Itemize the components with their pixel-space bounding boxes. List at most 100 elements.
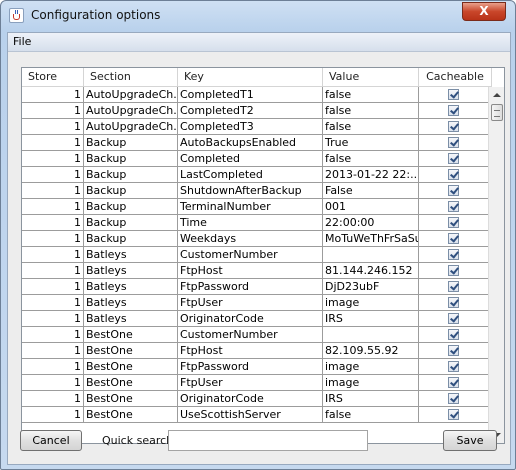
store-cell[interactable]: 1 <box>22 199 84 215</box>
value-cell[interactable] <box>323 327 419 343</box>
value-cell[interactable]: DjD23ubF <box>323 279 419 295</box>
value-cell[interactable]: 001 <box>323 199 419 215</box>
table-row[interactable]: 1 AutoUpgradeCh... CompletedT2 false <box>22 103 492 119</box>
close-button[interactable]: X <box>462 2 506 21</box>
scroll-thumb[interactable] <box>491 104 503 121</box>
cacheable-checkbox[interactable] <box>448 105 459 116</box>
value-cell[interactable]: false <box>323 407 419 423</box>
key-cell[interactable]: Completed <box>178 151 323 167</box>
value-cell[interactable]: false <box>323 119 419 135</box>
cacheable-checkbox[interactable] <box>448 329 459 340</box>
cacheable-checkbox[interactable] <box>448 281 459 292</box>
menu-file[interactable]: File <box>13 35 31 48</box>
section-cell[interactable]: Batleys <box>84 279 178 295</box>
table-row[interactable]: 1 BestOne FtpPassword image <box>22 359 492 375</box>
section-cell[interactable]: BestOne <box>84 407 178 423</box>
title-bar[interactable]: Configuration options X <box>1 1 515 31</box>
store-cell[interactable]: 1 <box>22 359 84 375</box>
store-cell[interactable]: 1 <box>22 343 84 359</box>
value-cell[interactable]: 82.109.55.92 <box>323 343 419 359</box>
table-row[interactable]: 1 AutoUpgradeCh... CompletedT3 false <box>22 119 492 135</box>
key-cell[interactable]: FtpUser <box>178 375 323 391</box>
table-row[interactable]: 1 BestOne OriginatorCode IRS <box>22 391 492 407</box>
store-cell[interactable]: 1 <box>22 215 84 231</box>
key-cell[interactable]: AutoBackupsEnabled <box>178 135 323 151</box>
cacheable-checkbox[interactable] <box>448 265 459 276</box>
value-cell[interactable]: IRS <box>323 391 419 407</box>
key-cell[interactable]: CustomerNumber <box>178 327 323 343</box>
section-cell[interactable]: BestOne <box>84 375 178 391</box>
column-header-key[interactable]: Key <box>178 68 323 87</box>
cacheable-checkbox[interactable] <box>448 297 459 308</box>
section-cell[interactable]: Backup <box>84 167 178 183</box>
value-cell[interactable]: image <box>323 359 419 375</box>
key-cell[interactable]: OriginatorCode <box>178 311 323 327</box>
store-cell[interactable]: 1 <box>22 135 84 151</box>
value-cell[interactable]: False <box>323 183 419 199</box>
store-cell[interactable]: 1 <box>22 375 84 391</box>
store-cell[interactable]: 1 <box>22 151 84 167</box>
table-row[interactable]: 1 Batleys FtpUser image <box>22 295 492 311</box>
section-cell[interactable]: Batleys <box>84 247 178 263</box>
store-cell[interactable]: 1 <box>22 231 84 247</box>
key-cell[interactable]: FtpPassword <box>178 359 323 375</box>
cacheable-checkbox[interactable] <box>448 361 459 372</box>
key-cell[interactable]: ShutdownAfterBackup <box>178 183 323 199</box>
section-cell[interactable]: Backup <box>84 215 178 231</box>
cacheable-checkbox[interactable] <box>448 185 459 196</box>
value-cell[interactable]: image <box>323 375 419 391</box>
key-cell[interactable]: LastCompleted <box>178 167 323 183</box>
section-cell[interactable]: Batleys <box>84 263 178 279</box>
store-cell[interactable]: 1 <box>22 327 84 343</box>
store-cell[interactable]: 1 <box>22 119 84 135</box>
table-row[interactable]: 1 Batleys OriginatorCode IRS <box>22 311 492 327</box>
key-cell[interactable]: CompletedT2 <box>178 103 323 119</box>
cacheable-checkbox[interactable] <box>448 233 459 244</box>
store-cell[interactable]: 1 <box>22 103 84 119</box>
value-cell[interactable]: 2013-01-22 22:... <box>323 167 419 183</box>
table-row[interactable]: 1 BestOne FtpUser image <box>22 375 492 391</box>
cancel-button[interactable]: Cancel <box>20 430 82 451</box>
table-row[interactable]: 1 AutoUpgradeCh... CompletedT1 false <box>22 87 492 103</box>
section-cell[interactable]: Backup <box>84 183 178 199</box>
key-cell[interactable]: UseScottishServer <box>178 407 323 423</box>
store-cell[interactable]: 1 <box>22 167 84 183</box>
section-cell[interactable]: Backup <box>84 151 178 167</box>
cacheable-checkbox[interactable] <box>448 377 459 388</box>
store-cell[interactable]: 1 <box>22 183 84 199</box>
vertical-scrollbar[interactable] <box>488 87 504 443</box>
store-cell[interactable]: 1 <box>22 391 84 407</box>
section-cell[interactable]: Backup <box>84 231 178 247</box>
table-row[interactable]: 1 BestOne CustomerNumber <box>22 327 492 343</box>
table-row[interactable]: 1 Backup TerminalNumber 001 <box>22 199 492 215</box>
key-cell[interactable]: FtpHost <box>178 343 323 359</box>
cacheable-checkbox[interactable] <box>448 169 459 180</box>
scroll-up-arrow-icon[interactable] <box>489 87 505 103</box>
store-cell[interactable]: 1 <box>22 247 84 263</box>
value-cell[interactable]: false <box>323 103 419 119</box>
section-cell[interactable]: Batleys <box>84 295 178 311</box>
section-cell[interactable]: AutoUpgradeCh... <box>84 103 178 119</box>
column-header-value[interactable]: Value <box>323 68 419 87</box>
key-cell[interactable]: CompletedT1 <box>178 87 323 103</box>
value-cell[interactable]: image <box>323 295 419 311</box>
table-row[interactable]: 1 Backup AutoBackupsEnabled True <box>22 135 492 151</box>
table-row[interactable]: 1 Backup LastCompleted 2013-01-22 22:... <box>22 167 492 183</box>
column-header-cacheable[interactable]: Cacheable <box>419 68 492 87</box>
store-cell[interactable]: 1 <box>22 263 84 279</box>
key-cell[interactable]: FtpUser <box>178 295 323 311</box>
value-cell[interactable]: MoTuWeThFrSaSu <box>323 231 419 247</box>
quick-search-input[interactable] <box>168 430 368 451</box>
cacheable-checkbox[interactable] <box>448 121 459 132</box>
store-cell[interactable]: 1 <box>22 311 84 327</box>
cacheable-checkbox[interactable] <box>448 89 459 100</box>
key-cell[interactable]: CompletedT3 <box>178 119 323 135</box>
cacheable-checkbox[interactable] <box>448 249 459 260</box>
section-cell[interactable]: Backup <box>84 135 178 151</box>
key-cell[interactable]: TerminalNumber <box>178 199 323 215</box>
cacheable-checkbox[interactable] <box>448 345 459 356</box>
section-cell[interactable]: BestOne <box>84 327 178 343</box>
table-row[interactable]: 1 Backup Time 22:00:00 <box>22 215 492 231</box>
key-cell[interactable]: FtpHost <box>178 263 323 279</box>
value-cell[interactable] <box>323 247 419 263</box>
